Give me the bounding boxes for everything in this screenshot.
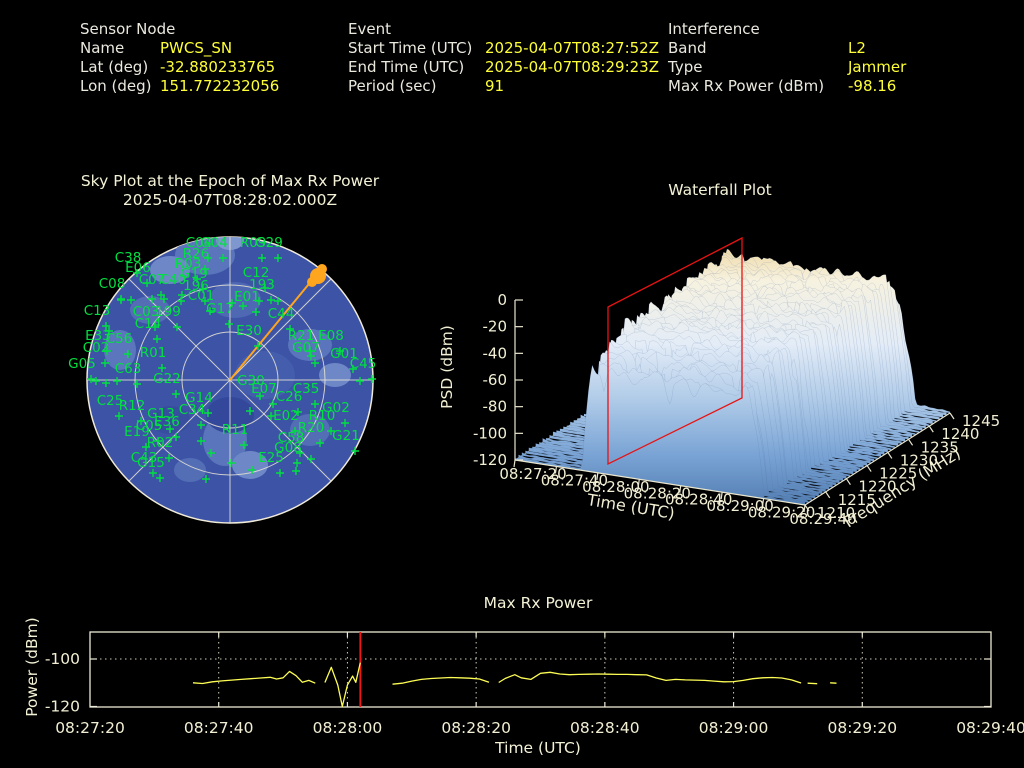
- sky-plot-canvas: C38E06C08 C07C40196C13 C03199C14E33C56C02G…: [68, 235, 377, 524]
- satellite-label: C44: [268, 306, 295, 322]
- satellite-label: E07: [251, 381, 277, 397]
- interference-title: Interference: [668, 20, 760, 38]
- waterfall-title: Waterfall Plot: [668, 181, 772, 199]
- satellite-label: G15: [137, 455, 165, 471]
- header: Sensor Node Name Lat (deg) Lon (deg) PWC…: [0, 0, 1024, 100]
- satellite-label: G05: [68, 356, 96, 372]
- sensor-lat-value: -32.880233765: [160, 58, 276, 76]
- svg-text:08:29:40: 08:29:40: [956, 719, 1024, 737]
- svg-text:08:29:20: 08:29:20: [827, 719, 897, 737]
- satellite-label: E01: [234, 289, 260, 305]
- sensor-node-title: Sensor Node: [80, 20, 176, 38]
- event-start-value: 2025-04-07T08:27:52Z: [485, 39, 659, 57]
- event-title: Event: [348, 20, 391, 38]
- satellite-label: G29: [255, 235, 283, 251]
- svg-text:08:29:00: 08:29:00: [699, 719, 769, 737]
- satellite-label: G22: [153, 371, 181, 387]
- satellite-label: E08: [318, 328, 344, 344]
- satellite-label: R12: [119, 398, 146, 414]
- sensor-name-label: Name: [80, 39, 125, 57]
- satellite-label: R01: [140, 345, 167, 361]
- svg-text:-100: -100: [45, 650, 80, 668]
- sky-plot-title: Sky Plot at the Epoch of Max Rx Power: [80, 172, 380, 190]
- satellite-label: R11: [222, 422, 249, 438]
- waterfall-canvas: 0-20-40-60-80-100-12008:27:2008:27:4008:…: [438, 236, 1000, 531]
- svg-text:1245: 1245: [962, 412, 1000, 430]
- satellite-label: G07: [292, 340, 320, 356]
- interf-band-value: L2: [848, 39, 866, 57]
- svg-text:08:27:40: 08:27:40: [184, 719, 254, 737]
- power-plot-frame: [89, 631, 992, 708]
- satellite-label: E30: [236, 323, 262, 339]
- satellite-label: C45: [350, 356, 377, 372]
- svg-text:-120: -120: [45, 698, 80, 716]
- svg-text:08:28:20: 08:28:20: [441, 719, 511, 737]
- time-axis-label: Time (UTC): [495, 739, 581, 757]
- sensor-lon-value: 151.772232056: [160, 77, 280, 95]
- satellite-label: C63: [115, 361, 142, 377]
- interf-power-label: Max Rx Power (dBm): [668, 77, 825, 95]
- satellite-label: C08: [99, 276, 126, 292]
- svg-text:-40: -40: [483, 344, 508, 362]
- satellite-label: G19: [180, 266, 208, 282]
- svg-text:-80: -80: [483, 398, 508, 416]
- satellite-label: C02: [83, 340, 110, 356]
- satellite-label: R02: [147, 435, 174, 451]
- svg-text:-60: -60: [483, 371, 508, 389]
- svg-text:08:27:20: 08:27:20: [55, 719, 125, 737]
- svg-text:0: 0: [497, 291, 507, 309]
- event-end-value: 2025-04-07T08:29:23Z: [485, 58, 659, 76]
- svg-text:08:28:00: 08:28:00: [313, 719, 383, 737]
- sensor-lon-label: Lon (deg): [80, 77, 152, 95]
- svg-text:08:28:40: 08:28:40: [570, 719, 640, 737]
- satellite-label: C26: [276, 389, 303, 405]
- svg-text:-100: -100: [473, 424, 507, 442]
- satellite-label: E02: [273, 408, 299, 424]
- interf-type-value: Jammer: [848, 58, 907, 76]
- sky-plot-subtitle: 2025-04-07T08:28:02.000Z: [122, 191, 338, 209]
- power-plot-grid: [90, 632, 991, 707]
- interf-power-value: -98.16: [848, 77, 897, 95]
- event-end-label: End Time (UTC): [348, 58, 465, 76]
- psd-axis-label: PSD (dBm): [438, 325, 456, 409]
- satellite-label: C34: [179, 402, 206, 418]
- satellite-label: C13: [84, 303, 111, 319]
- satellite-label: G21: [332, 428, 360, 444]
- event-start-label: Start Time (UTC): [348, 39, 473, 57]
- power-trace: [192, 662, 837, 708]
- interf-type-label: Type: [668, 58, 703, 76]
- sensor-lat-label: Lat (deg): [80, 58, 149, 76]
- svg-text:-20: -20: [483, 318, 508, 336]
- power-plot-axes: 08:27:20 08:27:40 08:28:00 08:28:20 08:28:40…: [45, 632, 1024, 737]
- event-period-label: Period (sec): [348, 77, 437, 95]
- sensor-name-value: PWCS_SN: [160, 39, 233, 57]
- event-period-value: 91: [485, 77, 505, 95]
- satellite-label: E25: [258, 450, 284, 466]
- satellite-label: C14: [135, 316, 162, 332]
- interf-band-label: Band: [668, 39, 707, 57]
